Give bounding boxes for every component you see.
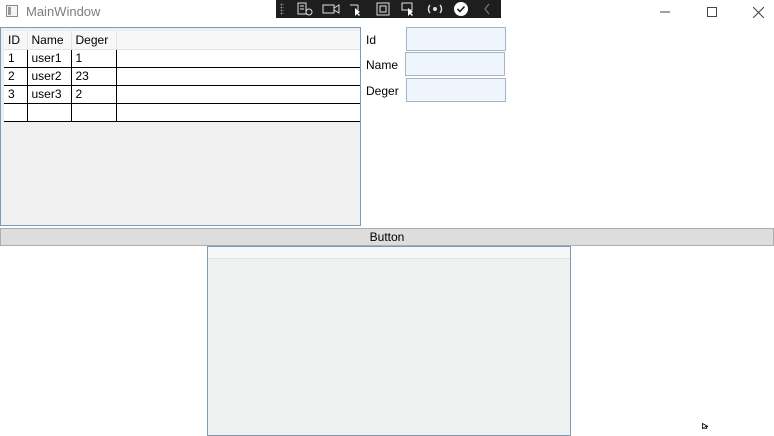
binding-failures-button[interactable] [448, 0, 474, 18]
track-focused-element-button[interactable] [396, 0, 422, 18]
column-header-id[interactable]: ID [4, 31, 28, 50]
cell-deger[interactable]: 1 [71, 49, 117, 68]
id-field[interactable] [406, 27, 506, 51]
table-row[interactable]: 3 user3 2 [4, 85, 360, 104]
cell-id[interactable] [4, 103, 28, 122]
data-grid[interactable]: ID Name Deger 1 user1 1 2 user2 23 3 use… [0, 27, 361, 226]
display-layout-adorners-button[interactable] [370, 0, 396, 18]
select-element-icon [350, 4, 360, 16]
column-header-name[interactable]: Name [27, 31, 72, 50]
maximize-icon [707, 7, 717, 17]
close-button[interactable] [735, 0, 774, 24]
toolbar-grip[interactable] [280, 3, 284, 15]
collapse-toolbar-button[interactable] [474, 0, 500, 18]
collapse-chevron-icon [484, 3, 490, 15]
bottom-list[interactable] [207, 246, 571, 436]
cell-deger[interactable]: 2 [71, 85, 117, 104]
select-element-button[interactable] [344, 0, 370, 18]
cell-name[interactable]: user1 [27, 49, 72, 68]
window-title: MainWindow [26, 4, 101, 19]
cell-deger[interactable]: 23 [71, 67, 117, 86]
window-app-icon [6, 5, 18, 17]
hot-reload-icon [427, 4, 443, 14]
bottom-list-header [208, 247, 570, 259]
data-grid-table: ID Name Deger 1 user1 1 2 user2 23 3 use… [4, 31, 360, 122]
minimize-icon [660, 11, 670, 13]
maximize-button[interactable] [689, 0, 735, 24]
name-label: Name [366, 58, 399, 72]
cell-filler [116, 49, 360, 68]
debug-toolbar [276, 0, 501, 18]
hot-reload-button[interactable] [422, 0, 448, 18]
cell-filler [116, 103, 360, 122]
new-item-row[interactable] [4, 103, 360, 122]
mouse-cursor-icon [702, 423, 709, 429]
table-row[interactable]: 2 user2 23 [4, 67, 360, 86]
live-visual-tree-icon [297, 2, 313, 16]
binding-failures-icon [454, 2, 468, 16]
cell-id[interactable]: 1 [4, 49, 28, 68]
cell-name[interactable]: user2 [27, 67, 72, 86]
record-icon [322, 4, 340, 14]
close-icon [752, 6, 764, 18]
live-visual-tree-button[interactable] [292, 0, 318, 18]
deger-field[interactable] [406, 78, 506, 102]
display-layout-adorners-icon [376, 2, 390, 16]
minimize-button[interactable] [642, 0, 688, 24]
grid-header-row: ID Name Deger [4, 31, 360, 50]
record-button[interactable] [318, 0, 344, 18]
cell-filler [116, 85, 360, 104]
track-focused-element-icon [401, 2, 413, 16]
table-row[interactable]: 1 user1 1 [4, 49, 360, 68]
cell-deger[interactable] [71, 103, 117, 122]
cell-name[interactable]: user3 [27, 85, 72, 104]
deger-label: Deger [366, 84, 399, 98]
name-field[interactable] [405, 52, 505, 76]
cell-id[interactable]: 2 [4, 67, 28, 86]
column-header-filler [116, 31, 360, 50]
cell-name[interactable] [27, 103, 72, 122]
column-header-deger[interactable]: Deger [71, 31, 117, 50]
id-label: Id [366, 33, 377, 47]
main-button[interactable]: Button [0, 228, 774, 246]
cell-filler [116, 67, 360, 86]
cell-id[interactable]: 3 [4, 85, 28, 104]
